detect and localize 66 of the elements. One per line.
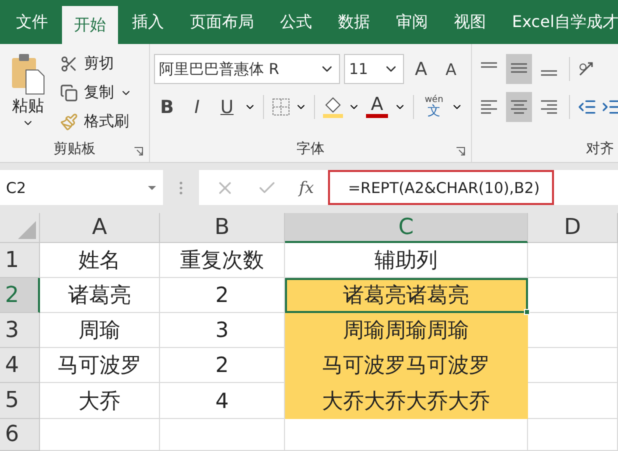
align-center-icon[interactable] [506,92,532,122]
copy-button[interactable]: 复制 [58,79,134,106]
ribbon-tab[interactable]: 开始 [62,6,118,44]
paintbrush-icon [60,112,78,130]
name-box[interactable]: C2 [0,170,163,205]
table-cell: 周瑜 [40,313,160,348]
format-painter-button[interactable]: 格式刷 [58,108,134,135]
row-header[interactable]: 5 [0,383,40,419]
column-header[interactable]: D [528,213,618,243]
dialog-launcher-icon[interactable] [456,147,465,156]
table-cell: 诸葛亮诸葛亮 [285,278,528,313]
ribbon-tab[interactable]: 公式 [268,0,324,44]
underline-button[interactable]: U [214,92,240,122]
corner-triangle-icon [18,221,36,239]
paste-button[interactable]: 粘贴 [4,50,52,136]
ribbon-tab[interactable]: 视图 [442,0,498,44]
fill-color-icon[interactable] [322,95,344,119]
ribbon-tab[interactable]: Excel自学成才 [500,0,618,44]
phonetic-button[interactable]: wén 文 [421,92,447,122]
ribbon-tab[interactable]: 插入 [120,0,176,44]
table-cell: 重复次数 [160,243,285,278]
ribbon-tab[interactable]: 文件 [4,0,60,44]
row-header[interactable]: 4 [0,348,40,383]
table-cell: 大乔 [40,383,160,419]
table-cell: 姓名 [40,243,160,278]
group-label: 字体 [296,140,324,158]
column-header[interactable]: A [40,213,160,243]
italic-button[interactable]: I [184,92,210,122]
shrink-font-button[interactable]: A [438,54,464,84]
ribbon-tab[interactable]: 页面布局 [178,0,266,44]
table-cell: 大乔大乔大乔大乔 [285,383,528,419]
font-color-button[interactable]: A [364,92,390,122]
ribbon-tab[interactable]: 审阅 [384,0,440,44]
column-header[interactable]: B [160,213,285,243]
cut-button[interactable]: 剪切 [58,50,134,77]
dialog-launcher-icon[interactable] [134,147,143,156]
row-header[interactable]: 2 [0,278,40,313]
table-cell: 4 [160,383,285,419]
scissors-icon [60,54,78,72]
grow-font-button[interactable]: A [408,54,434,84]
grip-icon [179,180,183,196]
group-label: 剪贴板 [54,140,96,158]
table-cell: 周瑜周瑜周瑜 [285,313,528,348]
bold-button[interactable]: B [154,92,180,122]
row-header[interactable]: 1 [0,243,40,278]
color-bar-icon [366,114,388,118]
clipboard-icon [10,52,46,96]
formula-field[interactable]: =REPT(A2&CHAR(10),B2) [328,170,554,205]
table-cell: 辅助列 [285,243,528,278]
middle-align-icon[interactable] [506,54,532,84]
row-header[interactable]: 3 [0,313,40,348]
font-name-field[interactable]: 阿里巴巴普惠体 R [154,54,340,84]
fill-handle[interactable] [524,309,530,315]
copy-icon [60,84,78,102]
group-label: 对齐 [586,140,614,158]
table-cell: 3 [160,313,285,348]
font-size-field[interactable]: 11 [344,54,404,84]
table-cell: 诸葛亮 [40,278,160,313]
ribbon-tab[interactable]: 数据 [326,0,382,44]
row-header[interactable]: 6 [0,419,40,451]
column-header[interactable]: C [285,213,528,243]
table-cell: 2 [160,278,285,313]
table-cell: 马可波罗 [40,348,160,383]
table-cell: 马可波罗马可波罗 [285,348,528,383]
insert-function-button[interactable]: fx [299,178,314,197]
table-cell: 2 [160,348,285,383]
